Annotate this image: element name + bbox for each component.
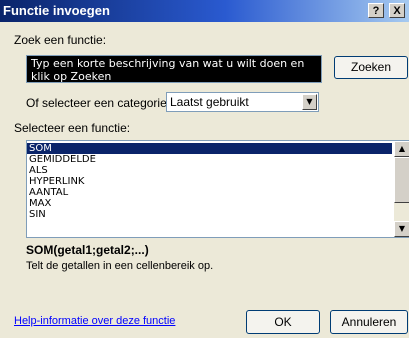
dialog-title: Functie invoegen [3,3,110,18]
scroll-down-icon[interactable]: ▼ [394,221,409,237]
list-item[interactable]: SOM [27,143,392,154]
scroll-up-icon[interactable]: ▲ [394,141,409,157]
function-list-items: SOM GEMIDDELDE ALS HYPERLINK AANTAL MAX … [27,143,392,220]
category-selected-value: Laatst gebruikt [170,95,249,109]
title-bar: Functie invoegen ? X [0,0,409,22]
function-syntax: SOM(getal1;getal2;...) [26,243,149,257]
function-list-label: Selecteer een functie: [14,121,131,135]
insert-function-dialog: Functie invoegen ? X Zoek een functie: T… [0,0,409,338]
list-item[interactable]: ALS [27,165,392,176]
ok-button[interactable]: OK [246,310,320,334]
scroll-thumb[interactable] [394,157,409,203]
list-item[interactable]: SIN [27,209,392,220]
list-item[interactable]: HYPERLINK [27,176,392,187]
function-listbox[interactable]: SOM GEMIDDELDE ALS HYPERLINK AANTAL MAX … [26,140,409,238]
cancel-button[interactable]: Annuleren [330,310,408,334]
category-select[interactable]: Laatst gebruikt ▼ [166,92,319,112]
list-item[interactable]: GEMIDDELDE [27,154,392,165]
search-label: Zoek een functie: [14,33,106,47]
list-scrollbar[interactable]: ▲ ▼ [394,141,409,237]
close-button[interactable]: X [389,3,405,18]
category-label: Of selecteer een categorie: [26,96,171,110]
help-title-button[interactable]: ? [368,3,384,18]
list-item[interactable]: AANTAL [27,187,392,198]
list-item[interactable]: MAX [27,198,392,209]
help-link[interactable]: Help-informatie over deze functie [14,315,175,327]
search-input[interactable]: Typ een korte beschrijving van wat u wil… [26,55,322,83]
search-button[interactable]: Zoeken [334,56,408,79]
chevron-down-icon[interactable]: ▼ [302,94,317,110]
function-description: Telt de getallen in een cellenbereik op. [26,260,214,272]
search-label-text: Zoek een functie: [14,33,107,47]
